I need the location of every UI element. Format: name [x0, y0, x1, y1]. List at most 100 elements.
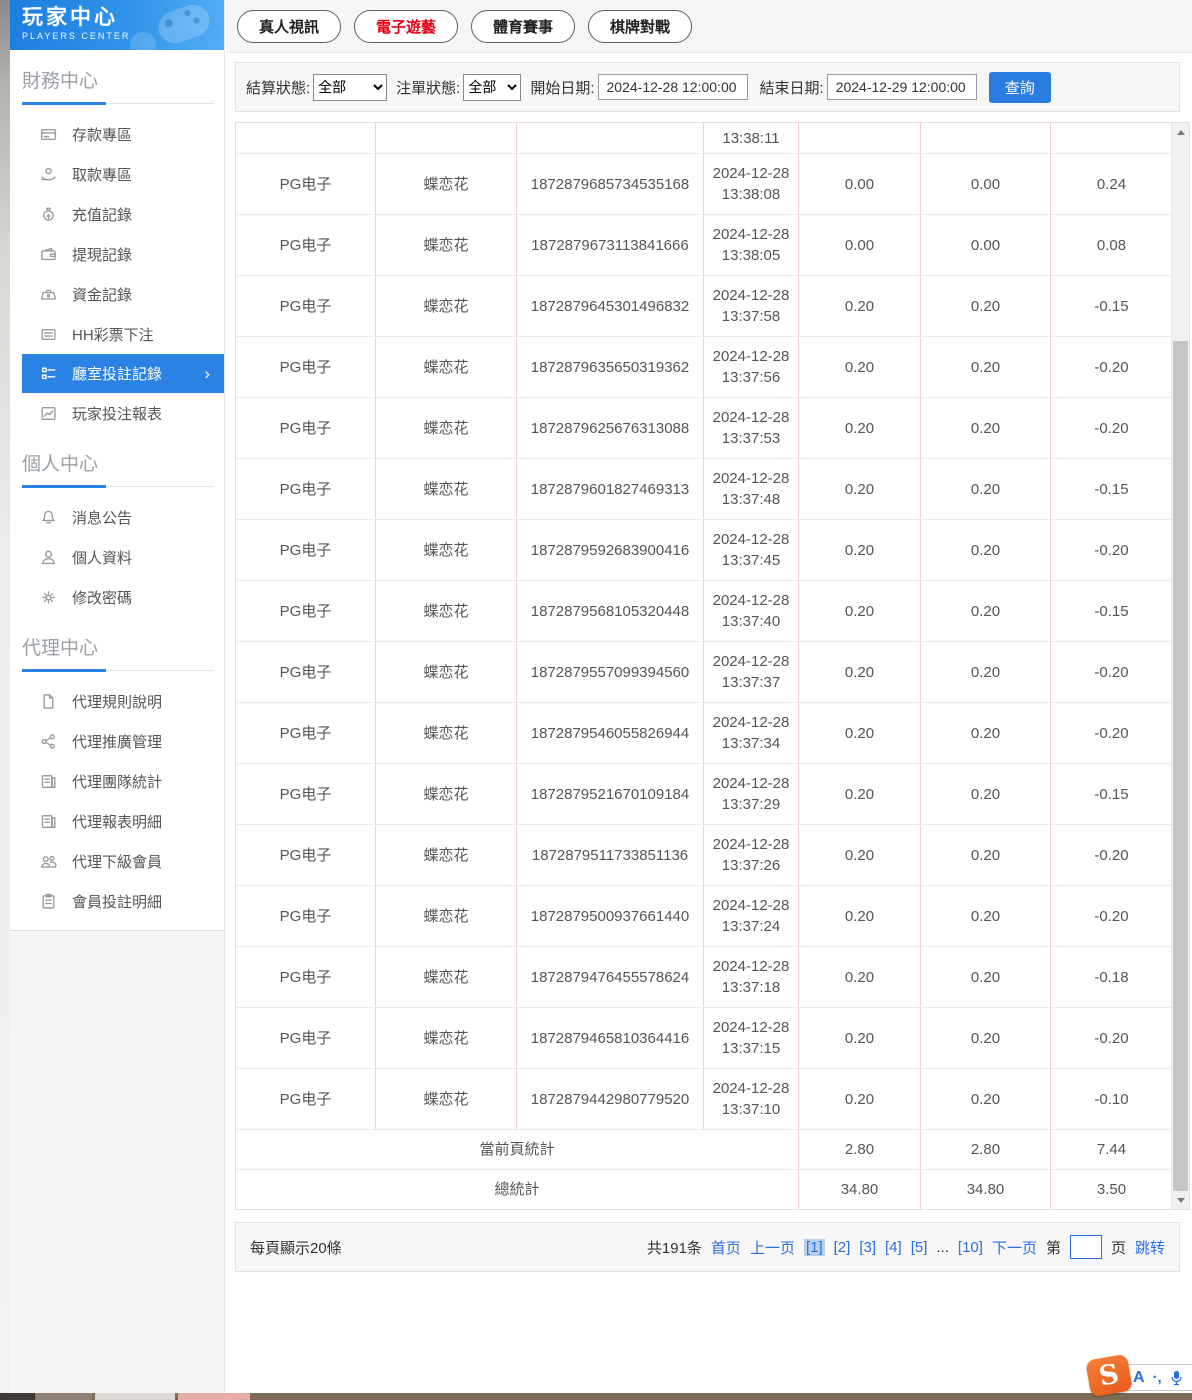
sidebar-item-會員投註明細[interactable]: 會員投註明細	[10, 881, 224, 921]
page-link[interactable]: [2]	[834, 1239, 851, 1256]
sidebar-item-代理推廣管理[interactable]: 代理推廣管理	[10, 721, 224, 761]
sidebar-item-代理下級會員[interactable]: 代理下級會員	[10, 841, 224, 881]
microphone-icon[interactable]	[1170, 1370, 1183, 1386]
sidebar-item-廳室投註記錄[interactable]: 廳室投註記錄›	[22, 354, 224, 393]
table-row[interactable]: PG电子蝶恋花18728794764555786242024-12-2813:3…	[236, 947, 1172, 1008]
ime-mode-letter[interactable]: A	[1133, 1369, 1145, 1387]
cell-bet: 0.20	[799, 1008, 921, 1068]
category-tabs: 真人視訊電子遊藝體育賽事棋牌對戰	[226, 0, 1192, 53]
sidebar-item-消息公告[interactable]: 消息公告	[10, 497, 224, 537]
cell-valid: 0.00	[921, 215, 1051, 275]
sidebar-item-代理規則說明[interactable]: 代理規則說明	[10, 681, 224, 721]
list-icon	[40, 326, 57, 343]
page-link[interactable]: [4]	[885, 1239, 902, 1256]
sidebar-item-取款專區[interactable]: 取款專區	[10, 154, 224, 194]
cell-valid: 0.20	[921, 520, 1051, 580]
table-scrollbar[interactable]	[1171, 123, 1189, 1209]
cell-valid: 0.20	[921, 642, 1051, 702]
cell-game: 蝶恋花	[376, 703, 517, 763]
order-status-select[interactable]: 全部	[463, 74, 521, 101]
next-page-link[interactable]: 下一页	[992, 1237, 1037, 1258]
sidebar-item-提現記錄[interactable]: 提現記錄	[10, 234, 224, 274]
page-link-current[interactable]: [1]	[804, 1239, 825, 1256]
cell-order: 1872879601827469313	[517, 459, 704, 519]
query-button[interactable]: 查詢	[989, 72, 1051, 103]
ime-logo-icon[interactable]: S	[1085, 1354, 1133, 1398]
table-row[interactable]: PG电子蝶恋花18728795926839004162024-12-2813:3…	[236, 520, 1172, 581]
sidebar-item-玩家投注報表[interactable]: 玩家投注報表	[10, 393, 224, 433]
cell-provider: PG电子	[236, 886, 376, 946]
scrollbar-thumb[interactable]	[1173, 341, 1188, 1191]
table-row[interactable]: PG电子蝶恋花18728796731138416662024-12-2813:3…	[236, 215, 1172, 276]
table-row[interactable]: PG电子蝶恋花18728796857345351682024-12-2813:3…	[236, 154, 1172, 215]
sidebar-item-存款專區[interactable]: 存款專區	[10, 114, 224, 154]
scroll-up-icon[interactable]	[1172, 124, 1189, 140]
sidebar-item-代理團隊統計[interactable]: 代理團隊統計	[10, 761, 224, 801]
tab-棋牌對戰[interactable]: 棋牌對戰	[588, 10, 692, 43]
ime-toolbar: S A ·,	[1088, 1357, 1192, 1394]
cell-order: 1872879546055826944	[517, 703, 704, 763]
sidebar-item-資金記錄[interactable]: 資金記錄	[10, 274, 224, 314]
first-page-link[interactable]: 首页	[711, 1237, 741, 1258]
table-row[interactable]: PG电子蝶恋花18728795117338511362024-12-2813:3…	[236, 825, 1172, 886]
sidebar-header: 玩家中心 PLAYERS CENTER	[10, 0, 224, 50]
table-row[interactable]: PG电子蝶恋花18728796356503193622024-12-2813:3…	[236, 337, 1172, 398]
cell-valid: 0.00	[921, 154, 1051, 214]
sidebar-item-label: 資金記錄	[72, 284, 132, 305]
settle-status-select[interactable]: 全部	[313, 74, 387, 101]
cell-provider: PG电子	[236, 337, 376, 397]
sidebar-item-label: 存款專區	[72, 124, 132, 145]
purse-icon	[40, 286, 57, 303]
table-row[interactable]: PG电子蝶恋花18728795216701091842024-12-2813:3…	[236, 764, 1172, 825]
cell-provider: PG电子	[236, 703, 376, 763]
cell-time: 2024-12-2813:37:58	[704, 276, 799, 336]
page-link[interactable]: [10]	[958, 1239, 983, 1256]
sidebar-item-充值記錄[interactable]: 充值記錄	[10, 194, 224, 234]
sidebar-item-HH彩票下注[interactable]: HH彩票下注	[10, 314, 224, 354]
cell-time: 2024-12-2813:37:34	[704, 703, 799, 763]
table-row[interactable]: PG电子蝶恋花18728796256763130882024-12-2813:3…	[236, 398, 1172, 459]
jump-page-input[interactable]	[1070, 1235, 1102, 1259]
cell-winloss: -0.15	[1051, 459, 1172, 519]
section-divider	[22, 484, 214, 487]
cell-winloss: -0.15	[1051, 276, 1172, 336]
summary-label: 當前頁統計	[236, 1130, 799, 1169]
cell-game: 蝶恋花	[376, 947, 517, 1007]
end-date-input[interactable]	[827, 74, 977, 100]
table-row[interactable]: PG电子蝶恋花18728796453014968322024-12-2813:3…	[236, 276, 1172, 337]
tab-真人視訊[interactable]: 真人視訊	[237, 10, 341, 43]
sidebar-item-label: 取款專區	[72, 164, 132, 185]
jump-button[interactable]: 跳转	[1135, 1237, 1165, 1258]
table-row[interactable]: PG电子蝶恋花18728795681053204482024-12-2813:3…	[236, 581, 1172, 642]
cell-time: 2024-12-2813:37:40	[704, 581, 799, 641]
table-row[interactable]: PG电子蝶恋花18728795009376614402024-12-2813:3…	[236, 886, 1172, 947]
table-row[interactable]: PG电子蝶恋花18728796018274693132024-12-2813:3…	[236, 459, 1172, 520]
page-link[interactable]: [5]	[911, 1239, 928, 1256]
ime-punct-toggle[interactable]: ·,	[1153, 1369, 1162, 1386]
scroll-down-icon[interactable]	[1172, 1192, 1189, 1208]
cell-game: 蝶恋花	[376, 825, 517, 885]
page-link[interactable]: [3]	[859, 1239, 876, 1256]
jump-prefix: 第	[1046, 1237, 1061, 1258]
cell-provider: PG电子	[236, 1008, 376, 1068]
sidebar-item-label: 代理推廣管理	[72, 731, 162, 752]
tab-體育賽事[interactable]: 體育賽事	[471, 10, 575, 43]
tab-電子遊藝[interactable]: 電子遊藝	[354, 10, 458, 43]
sidebar-item-修改密碼[interactable]: 修改密碼	[10, 577, 224, 617]
section-title: 代理中心	[22, 633, 224, 660]
cell-game: 蝶恋花	[376, 154, 517, 214]
cell-time: 2024-12-2813:37:45	[704, 520, 799, 580]
table-row[interactable]: PG电子蝶恋花18728795570993945602024-12-2813:3…	[236, 642, 1172, 703]
cell-order	[517, 123, 704, 153]
sidebar-item-個人資料[interactable]: 個人資料	[10, 537, 224, 577]
table-row[interactable]: PG电子蝶恋花18728795460558269442024-12-2813:3…	[236, 703, 1172, 764]
order-status-label: 注單狀態:	[396, 77, 460, 98]
sidebar-item-代理報表明細[interactable]: 代理報表明細	[10, 801, 224, 841]
cell-time: 2024-12-2813:37:48	[704, 459, 799, 519]
table-row[interactable]: PG电子蝶恋花18728794429807795202024-12-2813:3…	[236, 1069, 1172, 1130]
cell-valid: 0.20	[921, 459, 1051, 519]
prev-page-link[interactable]: 上一页	[750, 1237, 795, 1258]
start-date-input[interactable]	[598, 74, 748, 100]
table-row[interactable]: PG电子蝶恋花18728794658103644162024-12-2813:3…	[236, 1008, 1172, 1069]
cell-time: 2024-12-2813:37:53	[704, 398, 799, 458]
